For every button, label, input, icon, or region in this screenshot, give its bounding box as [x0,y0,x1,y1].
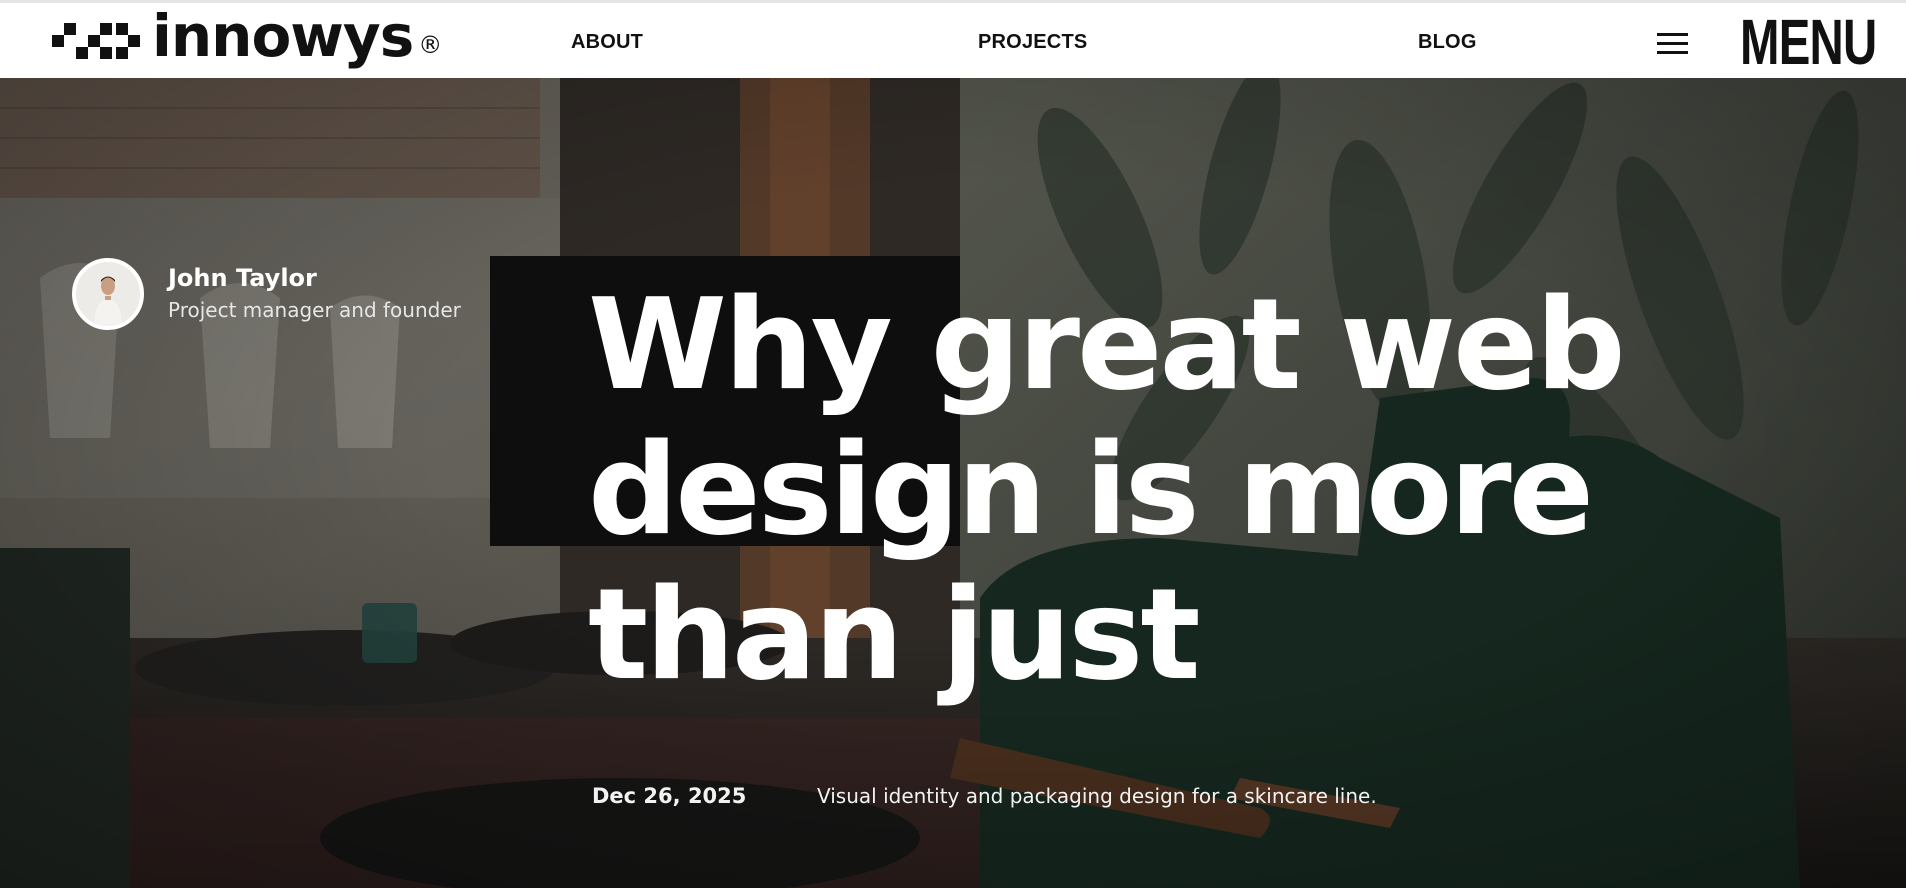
hamburger-line [1657,51,1688,54]
registered-mark: ® [418,31,443,59]
nav-blog-link[interactable]: BLOG [1418,31,1477,54]
author-name[interactable]: John Taylor [168,263,461,293]
post-description: Visual identity and packaging design for… [817,784,1377,808]
site-header: innowys ® ABOUT PROJECTS BLOG MENU [0,0,1906,78]
avatar-portrait-icon [76,262,140,326]
hero-section: John Taylor Project manager and founder … [0,78,1906,888]
author-role: Project manager and founder [168,298,461,322]
author-block: John Taylor Project manager and founder [72,258,461,330]
hamburger-icon[interactable] [1657,32,1688,56]
hamburger-line [1657,42,1688,45]
menu-button[interactable]: MENU [1740,7,1877,77]
post-date: Dec 26, 2025 [592,784,747,808]
nav-about-link[interactable]: ABOUT [571,31,643,54]
logo-pixel-icon [52,23,140,59]
logo-wordmark: innowys [152,2,414,70]
post-title: Why great web design is more than just [588,271,1626,708]
logo-link[interactable]: innowys ® [52,7,443,70]
nav-projects-link[interactable]: PROJECTS [978,31,1087,54]
hamburger-line [1657,33,1688,36]
avatar[interactable] [72,258,144,330]
author-text: John Taylor Project manager and founder [168,263,461,325]
